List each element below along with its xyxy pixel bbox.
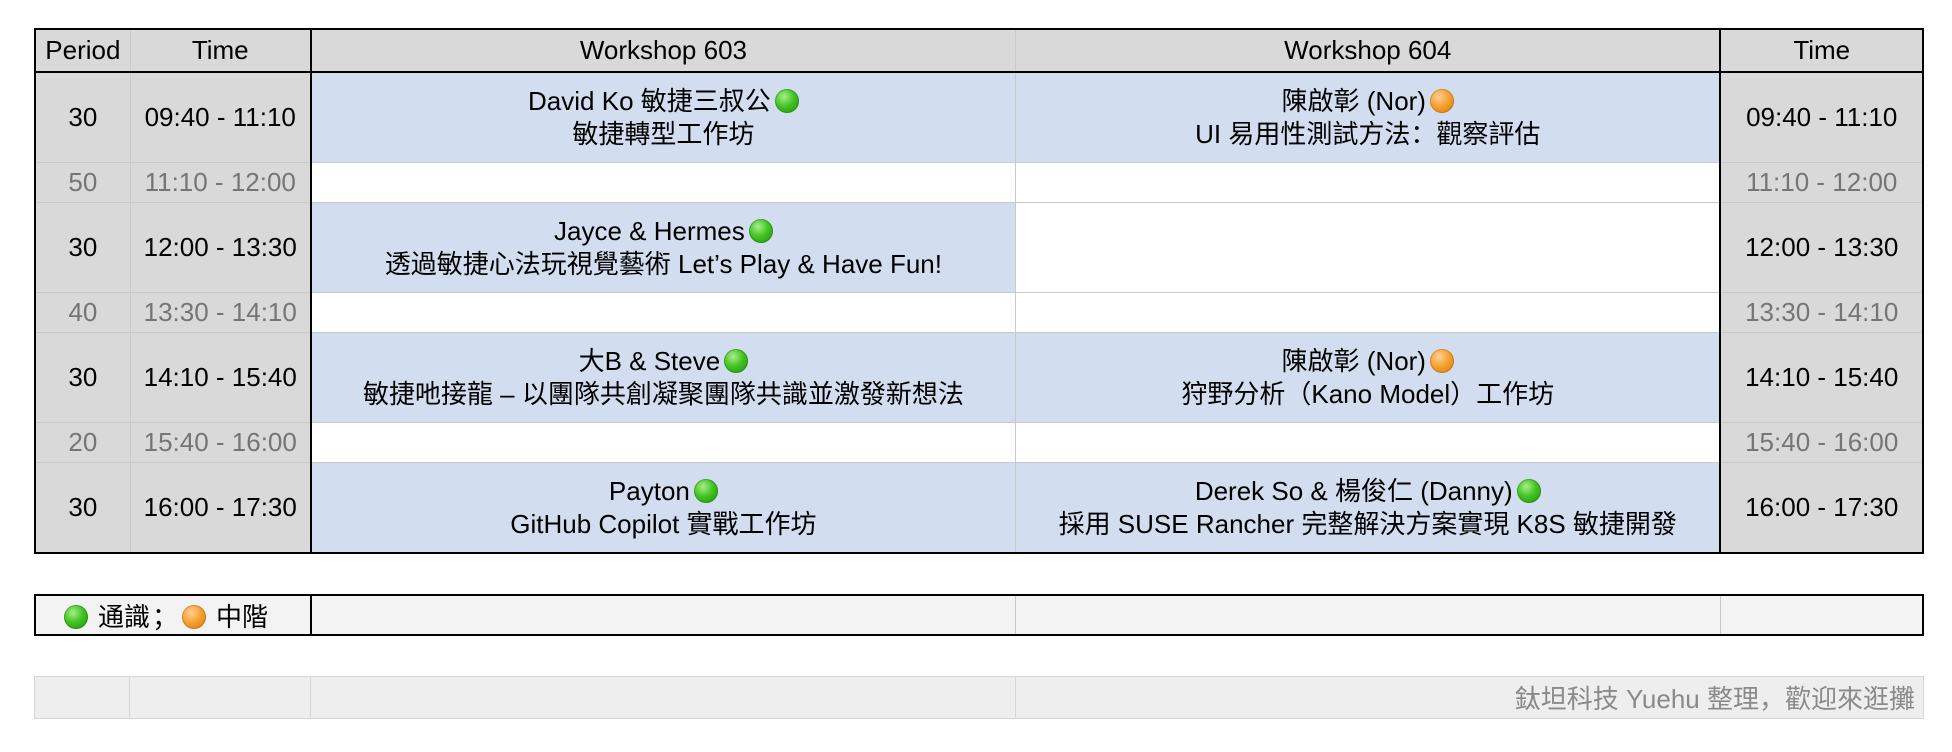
footer-empty-cell[interactable] <box>33 676 131 719</box>
footer-credit[interactable]: 鈦坦科技 Yuehu 整理，歡迎來逛攤 <box>1015 676 1924 719</box>
workshop-604-cell[interactable] <box>1015 422 1721 463</box>
header-workshop-603[interactable]: Workshop 603 <box>310 28 1017 73</box>
schedule-table: Period Time Workshop 603 Workshop 604 Ti… <box>34 28 1924 554</box>
schedule-body: 30 09:40 - 11:10 David Ko 敏捷三叔公 敏捷轉型工作坊 陳啟彰 … <box>34 71 1924 554</box>
time-cell-right[interactable]: 12:00 - 13:30 <box>1719 202 1924 293</box>
workshop-603-cell[interactable] <box>310 292 1017 333</box>
legend-general-label: 通識 <box>98 601 151 632</box>
green-circle-icon <box>774 88 799 113</box>
footer-empty-cell[interactable] <box>129 676 311 719</box>
time-cell-right[interactable]: 15:40 - 16:00 <box>1719 422 1924 463</box>
period-cell[interactable]: 30 <box>34 71 131 163</box>
legend-cell[interactable]: 通識； 中階 <box>34 594 312 636</box>
workshop-604-cell[interactable]: 陳啟彰 (Nor) 狩野分析（Kano Model）工作坊 <box>1015 332 1721 423</box>
footer-table: 鈦坦科技 Yuehu 整理，歡迎來逛攤 <box>33 676 1924 719</box>
time-cell-right[interactable]: 09:40 - 11:10 <box>1719 71 1924 163</box>
workshop-604-cell[interactable] <box>1015 202 1721 293</box>
workshop-603-cell[interactable]: Jayce & Hermes 透過敏捷心法玩視覺藝術 Let’s Play & H… <box>310 202 1017 293</box>
session-speaker: Jayce & Hermes <box>554 215 745 246</box>
session-row: 30 12:00 - 13:30 Jayce & Hermes 透過敏捷心法玩視覺藝術… <box>34 202 1924 293</box>
legend-separator: ； <box>152 601 179 632</box>
legend-table: 通識； 中階 <box>34 594 1924 636</box>
time-cell[interactable]: 09:40 - 11:10 <box>129 71 312 163</box>
green-circle-icon <box>748 218 773 243</box>
session-speaker: 陳啟彰 (Nor) <box>1281 345 1426 376</box>
time-cell[interactable]: 16:00 - 17:30 <box>129 462 312 554</box>
period-cell[interactable]: 50 <box>34 162 131 203</box>
break-row: 50 11:10 - 12:00 11:10 - 12:00 <box>34 162 1924 203</box>
time-cell[interactable]: 15:40 - 16:00 <box>129 422 312 463</box>
period-cell[interactable]: 30 <box>34 202 131 293</box>
legend-intermediate-label: 中階 <box>216 601 269 632</box>
legend-empty-cell[interactable] <box>1719 594 1924 636</box>
header-workshop-604[interactable]: Workshop 604 <box>1015 28 1721 73</box>
legend-empty-cell[interactable] <box>310 594 1017 636</box>
workshop-604-cell[interactable] <box>1015 162 1721 203</box>
orange-circle-icon <box>1429 348 1454 373</box>
time-cell[interactable]: 12:00 - 13:30 <box>129 202 312 293</box>
workshop-603-cell[interactable] <box>310 422 1017 463</box>
workshop-604-cell[interactable] <box>1015 292 1721 333</box>
header-period[interactable]: Period <box>34 28 131 73</box>
session-title: GitHub Copilot 實戰工作坊 <box>510 508 817 539</box>
session-row: 30 14:10 - 15:40 大B & Steve 敏捷吔接龍 – 以團隊共創凝聚… <box>34 332 1924 423</box>
session-speaker: Derek So & 楊俊仁 (Danny) <box>1194 475 1513 506</box>
workshop-603-cell[interactable] <box>310 162 1017 203</box>
session-title: 敏捷轉型工作坊 <box>572 118 755 149</box>
green-circle-icon <box>693 478 718 503</box>
legend-empty-cell[interactable] <box>1015 594 1721 636</box>
footer-row: 鈦坦科技 Yuehu 整理，歡迎來逛攤 <box>33 676 1924 719</box>
break-row: 40 13:30 - 14:10 13:30 - 14:10 <box>34 292 1924 333</box>
session-row: 30 09:40 - 11:10 David Ko 敏捷三叔公 敏捷轉型工作坊 陳啟彰 … <box>34 71 1924 163</box>
session-title: 敏捷吔接龍 – 以團隊共創凝聚團隊共識並激發新想法 <box>362 378 964 409</box>
green-circle-icon <box>724 348 749 373</box>
session-speaker: David Ko 敏捷三叔公 <box>528 85 771 116</box>
orange-circle-icon <box>1429 88 1454 113</box>
break-row: 20 15:40 - 16:00 15:40 - 16:00 <box>34 422 1924 463</box>
header-time-right[interactable]: Time <box>1719 28 1924 73</box>
session-title: 採用 SUSE Rancher 完整解決方案實現 K8S 敏捷開發 <box>1058 508 1677 539</box>
session-speaker: 陳啟彰 (Nor) <box>1281 85 1426 116</box>
time-cell-right[interactable]: 13:30 - 14:10 <box>1719 292 1924 333</box>
legend-row: 通識； 中階 <box>34 594 1924 636</box>
time-cell-right[interactable]: 11:10 - 12:00 <box>1719 162 1924 203</box>
period-cell[interactable]: 30 <box>34 462 131 554</box>
time-cell[interactable]: 11:10 - 12:00 <box>129 162 312 203</box>
header-time[interactable]: Time <box>129 28 312 73</box>
schedule-sheet: Period Time Workshop 603 Workshop 604 Ti… <box>33 28 1924 719</box>
session-title: UI 易用性測試方法：觀察評估 <box>1195 118 1541 149</box>
session-title: 狩野分析（Kano Model）工作坊 <box>1181 378 1555 409</box>
workshop-603-cell[interactable]: David Ko 敏捷三叔公 敏捷轉型工作坊 <box>310 71 1017 163</box>
orange-circle-icon <box>182 604 207 629</box>
period-cell[interactable]: 30 <box>34 332 131 423</box>
header-row: Period Time Workshop 603 Workshop 604 Ti… <box>34 28 1924 73</box>
time-cell-right[interactable]: 14:10 - 15:40 <box>1719 332 1924 423</box>
session-title: 透過敏捷心法玩視覺藝術 Let’s Play & Have Fun! <box>384 248 942 279</box>
period-cell[interactable]: 20 <box>34 422 131 463</box>
session-row: 30 16:00 - 17:30 Payton GitHub Copilot 實戰工作… <box>34 462 1924 554</box>
session-speaker: 大B & Steve <box>578 345 721 376</box>
session-speaker: Payton <box>608 475 690 506</box>
green-circle-icon <box>1516 478 1541 503</box>
green-circle-icon <box>64 604 88 629</box>
period-cell[interactable]: 40 <box>34 292 131 333</box>
workshop-604-cell[interactable]: Derek So & 楊俊仁 (Danny) 採用 SUSE Rancher 完整… <box>1015 462 1721 554</box>
time-cell-right[interactable]: 16:00 - 17:30 <box>1719 462 1924 554</box>
workshop-603-cell[interactable]: Payton GitHub Copilot 實戰工作坊 <box>310 462 1017 554</box>
footer-empty-cell[interactable] <box>309 676 1017 719</box>
time-cell[interactable]: 13:30 - 14:10 <box>129 292 312 333</box>
time-cell[interactable]: 14:10 - 15:40 <box>129 332 312 423</box>
workshop-603-cell[interactable]: 大B & Steve 敏捷吔接龍 – 以團隊共創凝聚團隊共識並激發新想法 <box>310 332 1017 423</box>
workshop-604-cell[interactable]: 陳啟彰 (Nor) UI 易用性測試方法：觀察評估 <box>1015 71 1721 163</box>
